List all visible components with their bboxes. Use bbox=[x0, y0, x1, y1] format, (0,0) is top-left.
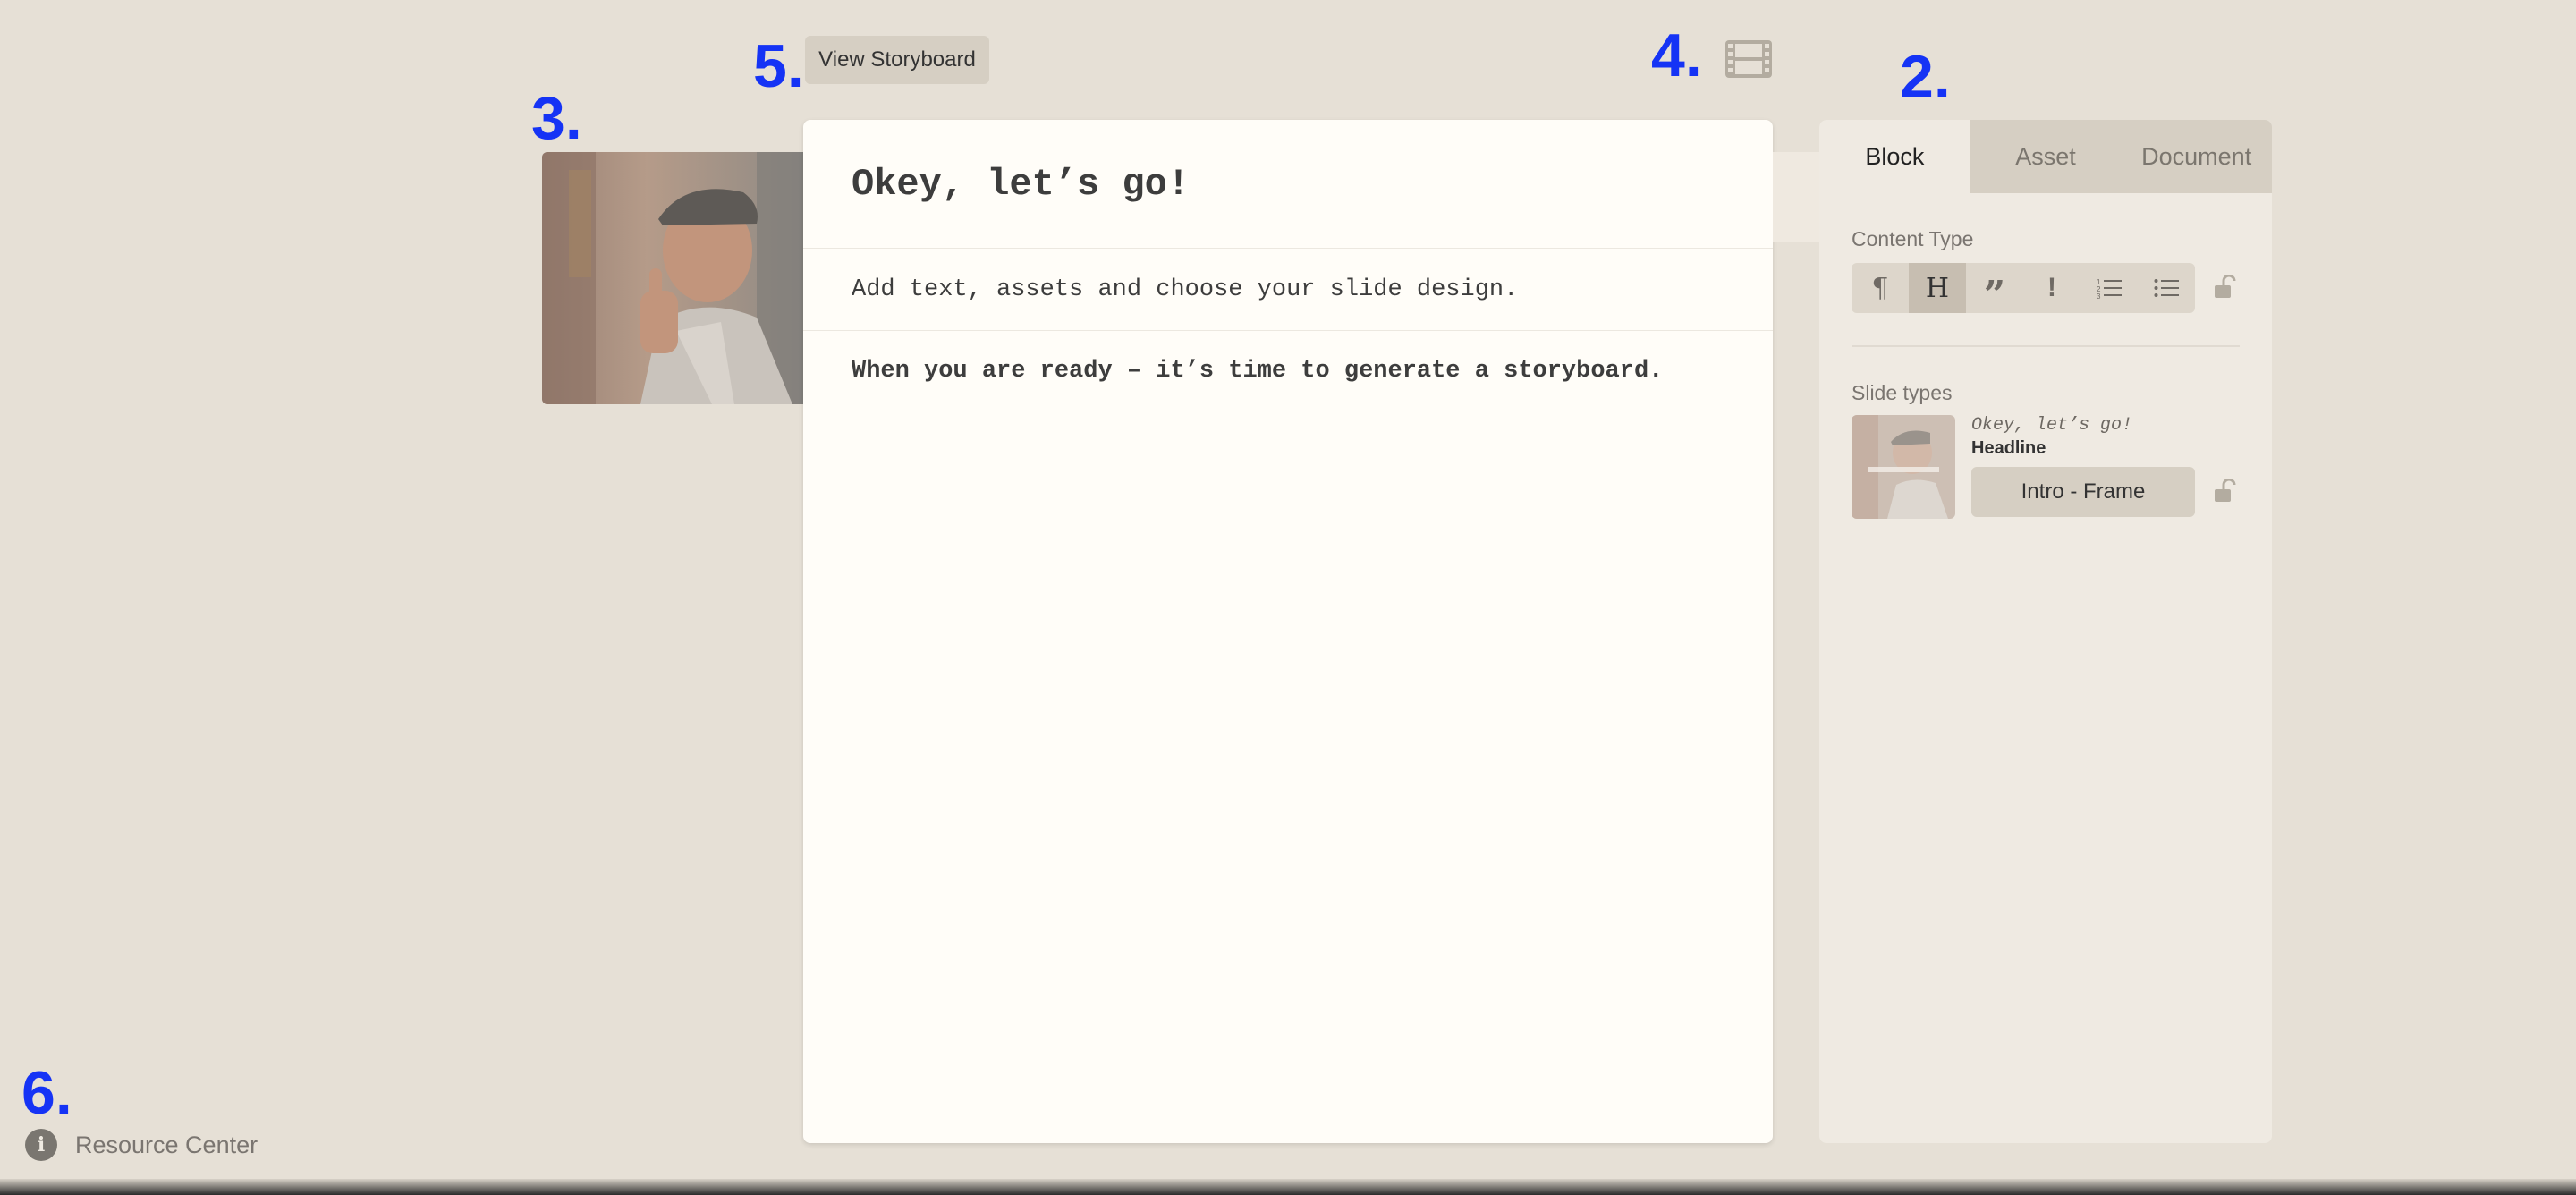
asset-thumbnail[interactable] bbox=[542, 152, 805, 404]
view-storyboard-button[interactable]: View Storyboard bbox=[805, 36, 989, 84]
film-strip-icon[interactable] bbox=[1724, 39, 1773, 79]
unordered-list-icon[interactable] bbox=[2138, 263, 2195, 313]
quote-icon[interactable]: ” bbox=[1966, 263, 2023, 314]
document-editor[interactable]: Okey, let’s go! Add text, assets and cho… bbox=[803, 120, 1773, 1143]
annotation-6: 6. bbox=[21, 1059, 72, 1127]
unlock-icon[interactable] bbox=[2213, 478, 2236, 503]
slide-type-title: Okey, let’s go! bbox=[1971, 415, 2133, 436]
tab-asset[interactable]: Asset bbox=[1970, 120, 2122, 193]
ordered-list-icon[interactable]: 1 2 3 bbox=[2080, 263, 2138, 313]
bold-paragraph-block[interactable]: When you are ready – it’s time to genera… bbox=[803, 331, 1773, 411]
headline-block[interactable]: Okey, let’s go! bbox=[803, 120, 1773, 249]
unlock-icon[interactable] bbox=[2213, 274, 2236, 299]
slide-type-name: Headline bbox=[1971, 438, 2046, 458]
slide-types-label: Slide types bbox=[1852, 381, 1953, 404]
heading-icon[interactable]: H bbox=[1909, 263, 1966, 313]
info-icon: i bbox=[25, 1129, 57, 1161]
svg-text:3: 3 bbox=[2097, 292, 2101, 299]
editor-side-tab bbox=[1773, 152, 1821, 242]
resource-center-label: Resource Center bbox=[75, 1131, 258, 1158]
paragraph-block[interactable]: Add text, assets and choose your slide d… bbox=[803, 249, 1773, 331]
annotation-5: 5. bbox=[753, 32, 804, 100]
resource-center-link[interactable]: i Resource Center bbox=[25, 1129, 258, 1161]
paragraph-icon[interactable]: ¶ bbox=[1852, 263, 1909, 313]
slide-type-thumbnail[interactable] bbox=[1852, 415, 1955, 519]
panel-tabs: Block Asset Document bbox=[1819, 120, 2272, 193]
properties-panel: Block Asset Document Content Type ¶ H ” … bbox=[1819, 120, 2272, 1143]
tab-document[interactable]: Document bbox=[2121, 120, 2272, 193]
annotation-4: 4. bbox=[1651, 21, 1702, 89]
bottom-edge bbox=[0, 1179, 2576, 1195]
annotation-2: 2. bbox=[1900, 43, 1951, 111]
content-type-label: Content Type bbox=[1852, 227, 1974, 250]
annotation-3: 3. bbox=[531, 84, 582, 152]
content-type-selector: ¶ H ” ! 1 2 3 bbox=[1852, 263, 2195, 313]
exclamation-icon[interactable]: ! bbox=[2023, 263, 2080, 313]
intro-frame-button[interactable]: Intro - Frame bbox=[1971, 467, 2195, 517]
section-divider bbox=[1852, 345, 2240, 347]
tab-block[interactable]: Block bbox=[1819, 120, 1970, 193]
